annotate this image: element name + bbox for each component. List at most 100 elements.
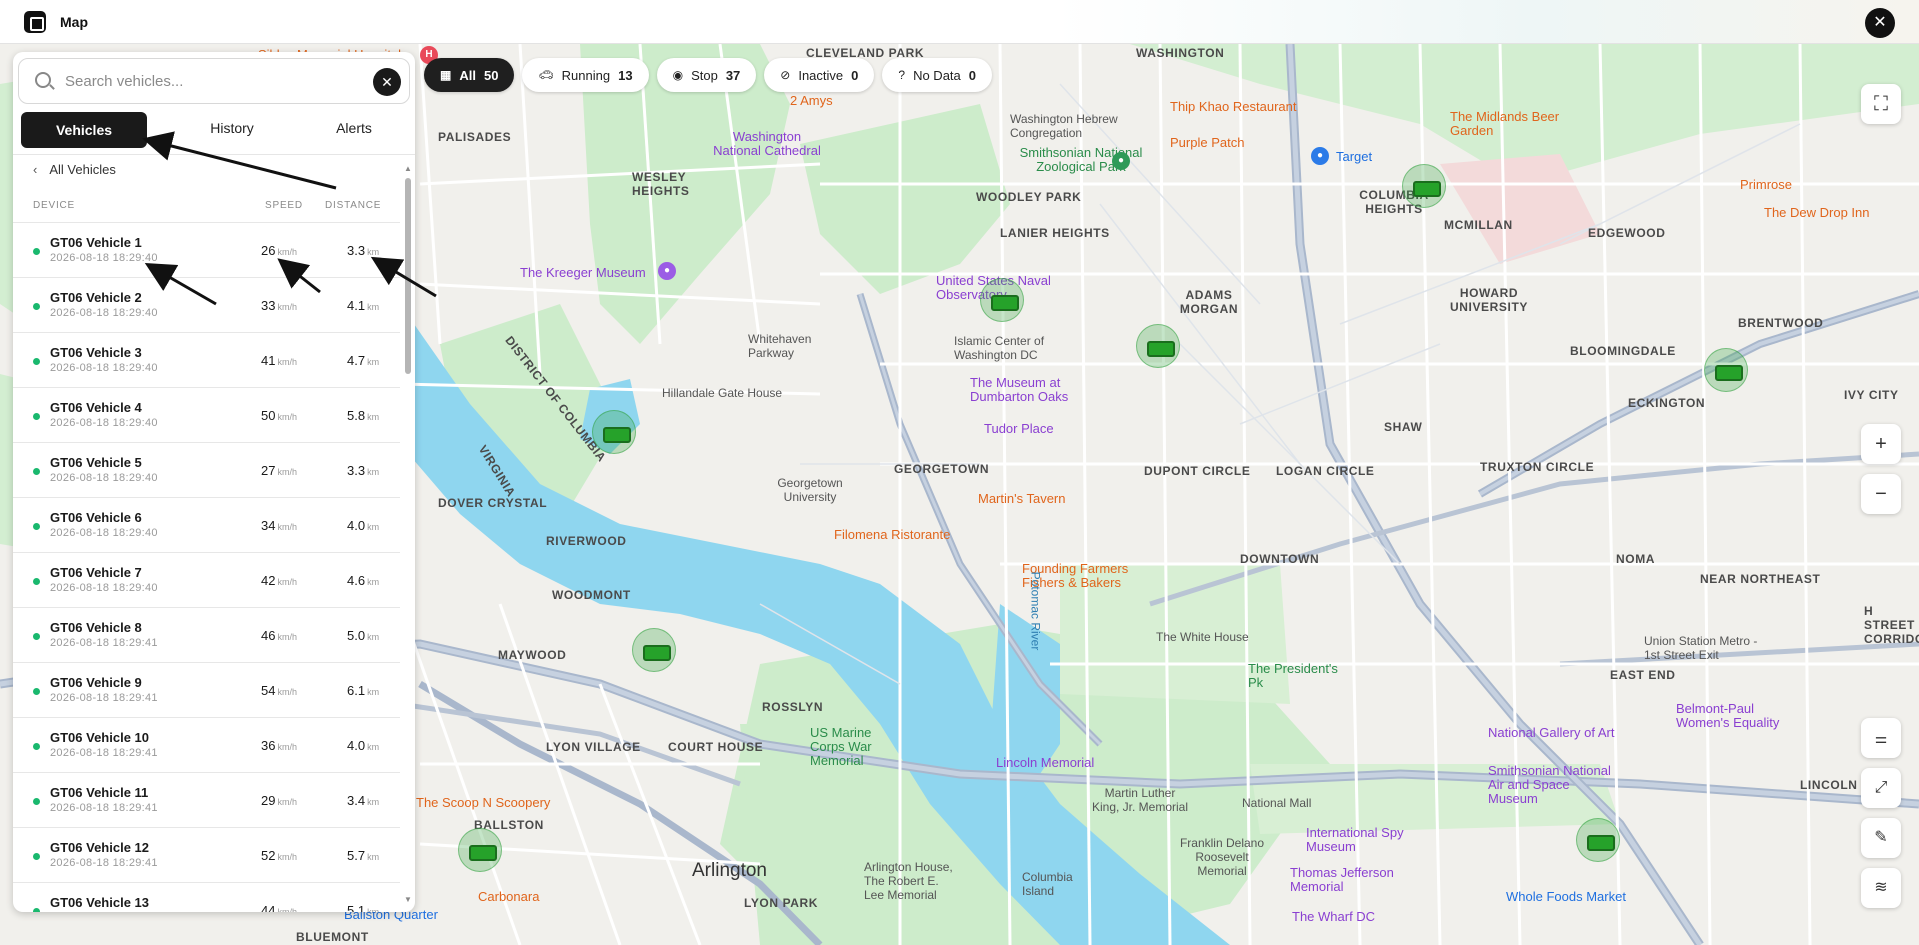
distance-unit: km xyxy=(367,467,380,477)
status-filter-bar: ▦ All 50 🚗︎ Running 13 ◉ Stop 37 ⊘ Inact… xyxy=(424,58,993,92)
tab-history[interactable]: History xyxy=(171,110,293,150)
scroll-up-icon[interactable]: ▲ xyxy=(404,164,412,173)
vehicle-distance: 3.4 km xyxy=(347,793,379,808)
zoom-in-button[interactable]: + xyxy=(1861,424,1901,464)
vehicle-speed: 42 km/h xyxy=(261,573,297,588)
chevron-left-icon: ‹ xyxy=(33,162,38,177)
vehicle-marker[interactable] xyxy=(592,410,636,454)
poi-label: The Wharf DC xyxy=(1292,909,1376,924)
filter-stop[interactable]: ◉ Stop 37 xyxy=(656,58,757,92)
vehicle-distance: 4.0 km xyxy=(347,518,379,533)
magic-wand-icon[interactable]: ✎ xyxy=(1861,818,1901,858)
vehicle-speed: 36 km/h xyxy=(261,738,297,753)
clear-search-button[interactable]: ✕ xyxy=(373,68,401,96)
vehicle-marker[interactable] xyxy=(458,828,502,872)
filter-label: All xyxy=(459,67,476,83)
poi-label: Whole Foods Market xyxy=(1506,889,1626,904)
filter-no-data[interactable]: ? No Data 0 xyxy=(882,58,993,92)
scrollbar-thumb[interactable] xyxy=(405,178,411,374)
speed-unit: km/h xyxy=(277,302,297,312)
poi-label: Franklin Delano Roosevelt Memorial xyxy=(1179,836,1265,878)
tab-alerts[interactable]: Alerts xyxy=(293,110,415,150)
vehicle-row[interactable]: GT06 Vehicle 11 2026-08-18 18:29:41 29 km/h… xyxy=(13,772,400,827)
vehicle-marker[interactable] xyxy=(632,628,676,672)
area-label: MAYWOOD xyxy=(498,648,567,662)
distance-value: 3.3 xyxy=(347,243,366,258)
vehicle-name: GT06 Vehicle 11 xyxy=(50,785,149,800)
shopping-icon[interactable]: ● xyxy=(1311,147,1329,165)
poi-label: Potomac River xyxy=(1028,571,1043,651)
museum-icon[interactable]: ● xyxy=(658,262,676,280)
poi-label: National Gallery of Art xyxy=(1488,725,1615,740)
speed-unit: km/h xyxy=(277,687,297,697)
back-label: All Vehicles xyxy=(49,162,116,177)
vehicle-timestamp: 2026-08-18 18:29:40 xyxy=(50,307,158,319)
vehicle-marker[interactable] xyxy=(1576,818,1620,862)
vehicle-row[interactable]: GT06 Vehicle 10 2026-08-18 18:29:41 36 km/h… xyxy=(13,717,400,772)
vehicle-row[interactable]: GT06 Vehicle 9 2026-08-18 18:29:41 54 km/h 6… xyxy=(13,662,400,717)
vehicle-speed: 26 km/h xyxy=(261,243,297,258)
poi-label: National Mall xyxy=(1242,796,1312,810)
area-label: BRENTWOOD xyxy=(1738,316,1824,330)
area-label: DUPONT CIRCLE xyxy=(1144,464,1251,478)
area-label: HOWARD UNIVERSITY xyxy=(1449,286,1528,314)
poi-label: Thomas Jefferson Memorial xyxy=(1290,865,1394,894)
vehicle-row[interactable]: GT06 Vehicle 1 2026-08-18 18:29:40 26 km/h 3… xyxy=(13,222,400,277)
filter-label: Inactive xyxy=(798,67,844,83)
vehicle-row[interactable]: GT06 Vehicle 6 2026-08-18 18:29:40 34 km/h 4… xyxy=(13,497,400,552)
filter-running[interactable]: 🚗︎ Running 13 xyxy=(522,58,649,92)
status-dot xyxy=(33,633,40,640)
tab-vehicles[interactable]: Vehicles xyxy=(21,112,147,148)
question-icon: ? xyxy=(898,68,906,82)
speed-unit: km/h xyxy=(277,247,297,257)
distance-value: 4.0 xyxy=(347,738,366,753)
vehicle-row[interactable]: GT06 Vehicle 5 2026-08-18 18:29:40 27 km/h 3… xyxy=(13,442,400,497)
distance-unit: km xyxy=(367,412,380,422)
search-input[interactable] xyxy=(65,68,345,94)
vehicle-speed: 52 km/h xyxy=(261,848,297,863)
fullscreen-button[interactable]: ⛶ xyxy=(1861,84,1901,124)
scrollbar[interactable]: ▲ ▼ xyxy=(404,164,412,904)
poi-label: The Scoop N Scoopery xyxy=(416,795,551,810)
filter-all[interactable]: ▦ All 50 xyxy=(424,58,515,92)
vehicle-marker[interactable] xyxy=(1704,348,1748,392)
speed-unit: km/h xyxy=(277,357,297,367)
sliders-icon[interactable]: ⚌ xyxy=(1861,718,1901,758)
poi-label: Union Station Metro - 1st Street Exit xyxy=(1644,634,1758,662)
filter-inactive[interactable]: ⊘ Inactive 0 xyxy=(764,58,875,92)
vehicle-row[interactable]: GT06 Vehicle 13 44 km/h 5.1 km xyxy=(13,882,400,912)
area-label: NOMA xyxy=(1616,552,1656,566)
filter-count: 0 xyxy=(968,67,977,83)
poi-label: Arlington House, The Robert E. Lee Memor… xyxy=(864,860,953,902)
poi-label: The Dew Drop Inn xyxy=(1764,205,1870,220)
vehicle-row[interactable]: GT06 Vehicle 3 2026-08-18 18:29:40 41 km/h 4… xyxy=(13,332,400,387)
expand-icon[interactable]: ⤢ xyxy=(1861,768,1901,808)
scroll-down-icon[interactable]: ▼ xyxy=(404,895,412,904)
poi-label: The Kreeger Museum xyxy=(520,265,646,280)
vehicle-row[interactable]: GT06 Vehicle 2 2026-08-18 18:29:40 33 km/h 4… xyxy=(13,277,400,332)
vehicle-marker[interactable] xyxy=(1136,324,1180,368)
zoom-out-button[interactable]: − xyxy=(1861,474,1901,514)
back-to-all-vehicles[interactable]: ‹ All Vehicles xyxy=(33,162,116,177)
vehicle-row[interactable]: GT06 Vehicle 4 2026-08-18 18:29:40 50 km/h 5… xyxy=(13,387,400,442)
speed-value: 54 xyxy=(261,683,276,698)
poi-label: Martin's Tavern xyxy=(978,491,1066,506)
area-label: EDGEWOOD xyxy=(1588,226,1666,240)
distance-value: 5.0 xyxy=(347,628,366,643)
speed-value: 27 xyxy=(261,463,276,478)
poi-label: 2 Amys xyxy=(790,93,833,108)
close-app-button[interactable]: ✕ xyxy=(1865,8,1895,38)
vehicle-timestamp: 2026-08-18 18:29:40 xyxy=(50,582,158,594)
vehicle-row[interactable]: GT06 Vehicle 7 2026-08-18 18:29:40 42 km/h 4… xyxy=(13,552,400,607)
poi-label: Belmont-Paul Women's Equality xyxy=(1676,701,1780,730)
vehicle-marker[interactable] xyxy=(980,278,1024,322)
distance-value: 4.7 xyxy=(347,353,366,368)
speed-unit: km/h xyxy=(277,412,297,422)
vehicle-marker[interactable] xyxy=(1402,164,1446,208)
speed-unit: km/h xyxy=(277,577,297,587)
zoo-icon[interactable]: ● xyxy=(1112,152,1130,170)
vehicle-distance: 3.3 km xyxy=(347,463,379,478)
vehicle-row[interactable]: GT06 Vehicle 12 2026-08-18 18:29:41 52 km/h… xyxy=(13,827,400,882)
vehicle-row[interactable]: GT06 Vehicle 8 2026-08-18 18:29:41 46 km/h 5… xyxy=(13,607,400,662)
layers-icon[interactable]: ≋ xyxy=(1861,868,1901,908)
